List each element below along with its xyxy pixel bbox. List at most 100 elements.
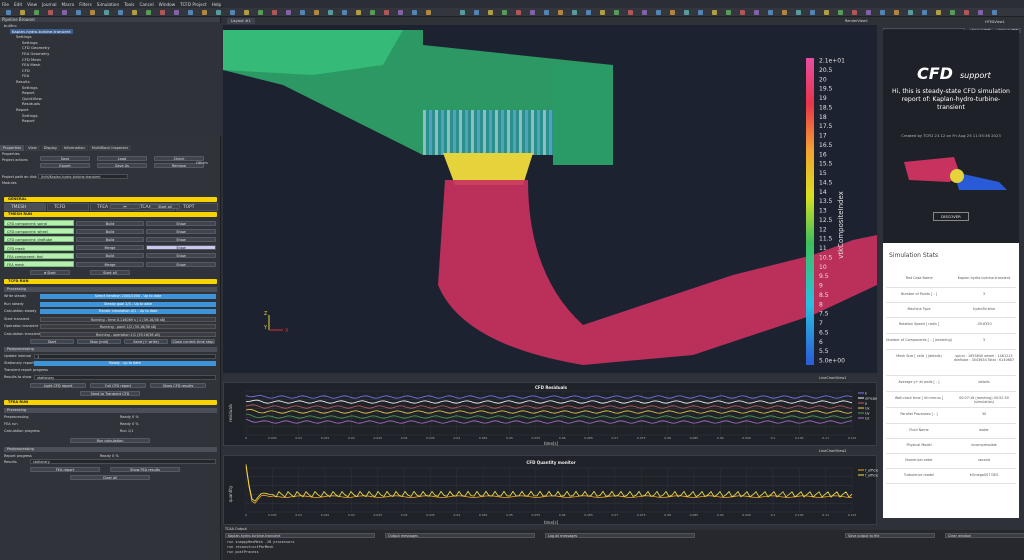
menu-tcfd-project[interactable]: TCFD Project — [180, 2, 207, 7]
toolbar-tool-icon[interactable] — [188, 10, 193, 15]
tab-display[interactable]: Display — [40, 145, 60, 151]
tab-view[interactable]: View — [25, 145, 40, 151]
tree-item[interactable]: QuickView — [22, 96, 42, 101]
toolbar-tool-icon[interactable] — [656, 10, 661, 15]
mesh-action-button[interactable]: Build — [76, 220, 144, 226]
toolbar-tool-icon[interactable] — [852, 10, 857, 15]
post-button-1[interactable]: Full CFD report — [90, 383, 146, 388]
toolbar-tool-icon[interactable] — [838, 10, 843, 15]
toolbar-tool-icon[interactable] — [286, 10, 291, 15]
clear-all-button[interactable]: Clear all — [70, 475, 150, 480]
toolbar-tool-icon[interactable] — [880, 10, 885, 15]
output-control-2[interactable]: Log all messages — [545, 533, 695, 538]
tab-information[interactable]: Information — [60, 145, 88, 151]
toolbar-tool-icon[interactable] — [614, 10, 619, 15]
toolbar-tool-icon[interactable] — [866, 10, 871, 15]
menu-filters[interactable]: Filters — [79, 2, 92, 7]
toolbar-tool-icon[interactable] — [572, 10, 577, 15]
toolbar-tool-icon[interactable] — [502, 10, 507, 15]
toolbar-tool-icon[interactable] — [740, 10, 745, 15]
toolbar-tool-icon[interactable] — [356, 10, 361, 15]
menu-cancel[interactable]: Cancel — [139, 2, 153, 7]
output-control-1[interactable]: Output messages — [385, 533, 535, 538]
toolbar-tool-icon[interactable] — [342, 10, 347, 15]
toolbar-tool-icon[interactable] — [202, 10, 207, 15]
tree-item[interactable]: Residuals — [22, 101, 40, 106]
menu-simulation[interactable]: Simulation — [97, 2, 119, 7]
toolbar-tool-icon[interactable] — [384, 10, 389, 15]
mesh-show-button[interactable]: Show — [146, 245, 216, 251]
tree-item[interactable]: Report — [22, 118, 35, 123]
toolbar-tool-icon[interactable] — [810, 10, 815, 15]
toolbar-tool-icon[interactable] — [474, 10, 479, 15]
toolbar-tool-icon[interactable] — [398, 10, 403, 15]
residuals-chart[interactable]: CFD Residuals residuals time[s] 0 0.005 0.… — [223, 382, 877, 446]
output-control-3[interactable]: Save output to file — [845, 533, 935, 538]
tree-item[interactable]: Kaplan-hydro-turbine-transient — [10, 28, 73, 34]
show-fea-results-button[interactable]: Show FEA results — [110, 467, 180, 472]
toolbar-tool-icon[interactable] — [272, 10, 277, 15]
toolbar-tool-icon[interactable] — [118, 10, 123, 15]
toolbar-tool-icon[interactable] — [600, 10, 605, 15]
post-row-value[interactable]: 1 — [34, 354, 216, 359]
stats-value[interactable]: details — [952, 380, 1016, 384]
toolbar-tool-icon[interactable] — [768, 10, 773, 15]
menu-window[interactable]: Window — [159, 2, 176, 7]
toolbar-tool-icon[interactable] — [922, 10, 927, 15]
general-btn-1[interactable]: ⏮ — [110, 204, 140, 209]
module-tab-tmesh[interactable]: TMESH — [4, 203, 46, 211]
run-button-2[interactable]: Send (+ write) — [124, 339, 168, 344]
toolbar-tool-icon[interactable] — [216, 10, 221, 15]
post-button-0[interactable]: Light CFD report — [30, 383, 86, 388]
mesh-show-button[interactable]: Show — [146, 228, 216, 234]
toolbar-tool-icon[interactable] — [712, 10, 717, 15]
run-calculation-button[interactable]: Run calculation — [70, 438, 150, 443]
tree-item[interactable]: CFD Mesh — [22, 57, 41, 62]
save-button[interactable]: Save — [40, 156, 90, 161]
start-all-general[interactable]: Start all — [150, 204, 180, 209]
module-tab-tcfd[interactable]: TCFD — [47, 203, 89, 211]
tree-item[interactable]: CFD Geometry — [22, 45, 50, 50]
toolbar-tool-icon[interactable] — [146, 10, 151, 15]
menu-file[interactable]: File — [2, 2, 9, 7]
run-button-0[interactable]: Start — [30, 339, 74, 344]
toolbar-tool-icon[interactable] — [628, 10, 633, 15]
toolbar-tool-icon[interactable] — [160, 10, 165, 15]
menu-view[interactable]: View — [27, 2, 37, 7]
mesh-show-button[interactable]: Show — [146, 261, 216, 267]
toolbar-tool-icon[interactable] — [586, 10, 591, 15]
toolbar-tool-icon[interactable] — [782, 10, 787, 15]
toolbar-tool-icon[interactable] — [258, 10, 263, 15]
post-button-3[interactable]: Send to Transient CFD — [80, 391, 140, 396]
tree-item[interactable]: Settings — [16, 34, 32, 39]
render-view[interactable]: 2.1e+01 20.5 20 19.5 19 18.5 18 17.5 17 16.5 16 15.… — [223, 25, 877, 373]
toolbar-tool-icon[interactable] — [516, 10, 521, 15]
output-control-0[interactable]: Kaplan-hydro-turbine-transient — [225, 533, 375, 538]
run-button-3[interactable]: Close current time step — [171, 339, 215, 344]
tree-item[interactable]: CFD — [22, 68, 30, 73]
tree-item[interactable]: FEA — [22, 73, 29, 78]
mesh-action-button[interactable]: Build — [76, 228, 144, 234]
tree-item[interactable]: FEA Geometry — [22, 51, 49, 56]
tree-item[interactable]: Results — [16, 79, 30, 84]
toolbar-tool-icon[interactable] — [684, 10, 689, 15]
start-all-mesh-button[interactable]: Start all — [90, 270, 130, 275]
post-button-2[interactable]: Show CFD results — [150, 383, 206, 388]
toolbar-tool-icon[interactable] — [698, 10, 703, 15]
toolbar-tool-icon[interactable] — [6, 10, 11, 15]
menu-macro[interactable]: Macro — [62, 2, 75, 7]
menu-help[interactable]: Help — [212, 2, 222, 7]
toolbar-tool-icon[interactable] — [488, 10, 493, 15]
toolbar-tool-icon[interactable] — [558, 10, 563, 15]
load-button[interactable]: Load — [97, 156, 147, 161]
toolbar-tool-icon[interactable] — [412, 10, 417, 15]
tab-properties[interactable]: Properties — [0, 145, 25, 151]
save-as-button[interactable]: Save As — [97, 163, 147, 168]
menu-journal[interactable]: Journal — [42, 2, 56, 7]
mesh-show-button[interactable]: Show — [146, 220, 216, 226]
mesh-show-button[interactable]: Show — [146, 236, 216, 242]
toolbar-tool-icon[interactable] — [62, 10, 67, 15]
menu-edit[interactable]: Edit — [14, 2, 22, 7]
mesh-show-button[interactable]: Show — [146, 253, 216, 259]
toolbar-tool-icon[interactable] — [950, 10, 955, 15]
